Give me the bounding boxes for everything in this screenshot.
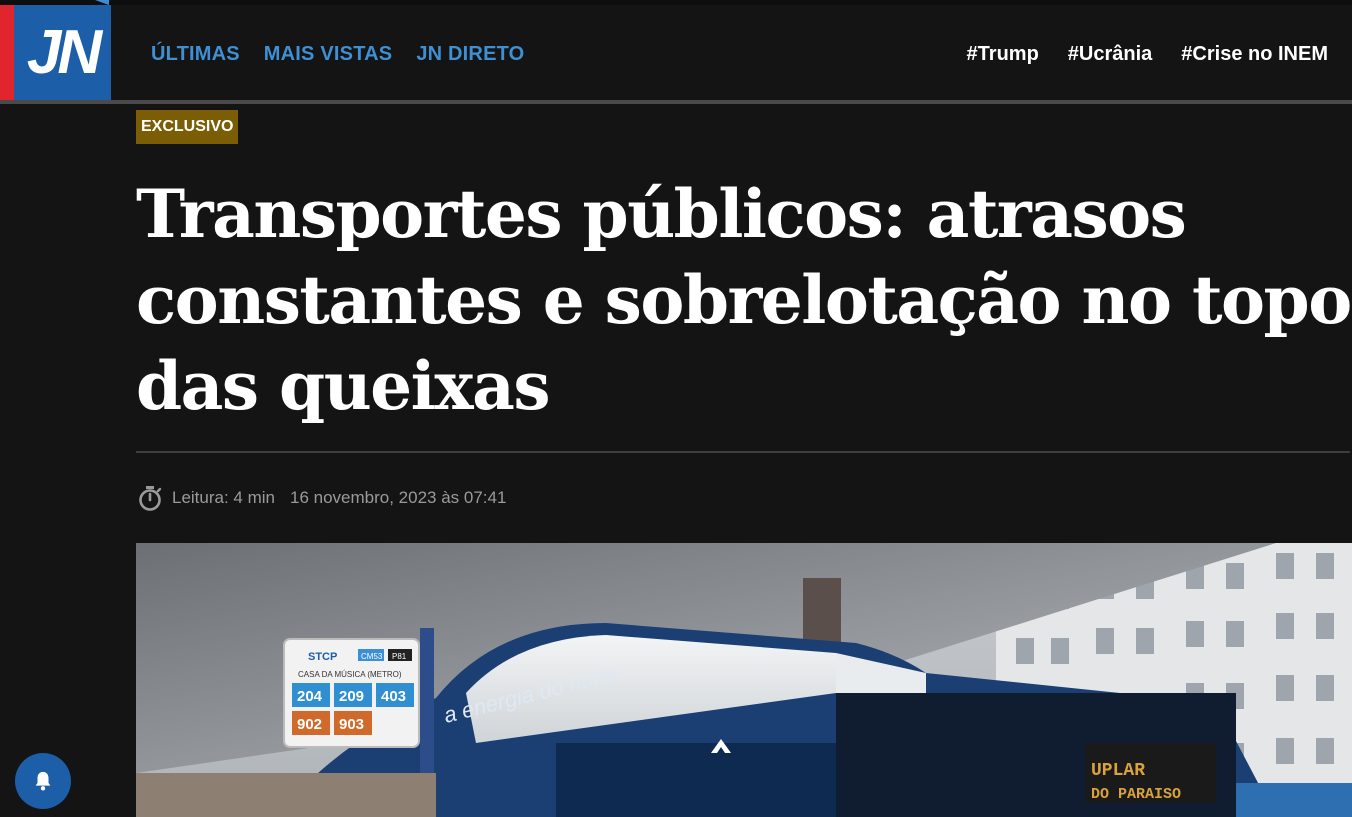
nav-mais-vistas[interactable]: MAIS VISTAS: [264, 43, 393, 66]
tag-ucrania[interactable]: #Ucrânia: [1068, 43, 1153, 66]
bell-icon: [35, 771, 51, 791]
publish-date: 16 novembro, 2023 às 07:41: [290, 488, 507, 507]
meta-divider: [136, 451, 1350, 453]
svg-text:902: 902: [297, 716, 322, 733]
logo-text: JN: [14, 5, 111, 100]
svg-text:STCP: STCP: [308, 651, 337, 663]
tag-crise-inem[interactable]: #Crise no INEM: [1181, 43, 1328, 66]
bus-stop-photo: UPLAR DO PARAISO a energia do norte STCP…: [136, 543, 1352, 817]
read-time: Leitura: 4 min: [172, 488, 275, 507]
header-divider: [0, 100, 1352, 104]
exclusive-badge[interactable]: EXCLUSIVO: [136, 110, 239, 144]
trending-tags: #Trump #Ucrânia #Crise no INEM: [967, 43, 1328, 66]
article-title: Transportes públicos: atrasos constantes…: [136, 175, 1352, 425]
svg-text:903: 903: [339, 716, 364, 733]
logo-red-bar: [0, 5, 14, 100]
logo-accent: [95, 0, 109, 5]
article-photo[interactable]: UPLAR DO PARAISO a energia do norte STCP…: [136, 543, 1352, 817]
notification-button[interactable]: [15, 753, 71, 809]
jn-logo[interactable]: JN: [0, 5, 111, 100]
svg-text:204: 204: [297, 688, 323, 705]
main-nav: ÚLTIMAS MAIS VISTAS JN DIRETO: [151, 43, 524, 66]
svg-text:209: 209: [339, 688, 364, 705]
svg-text:403: 403: [381, 688, 406, 705]
svg-text:CASA DA MÚSICA (METRO): CASA DA MÚSICA (METRO): [298, 670, 402, 679]
stopwatch-icon: [139, 486, 162, 511]
svg-text:CM53: CM53: [361, 652, 383, 661]
nav-ultimas[interactable]: ÚLTIMAS: [151, 43, 240, 66]
tag-trump[interactable]: #Trump: [967, 43, 1039, 66]
nav-jn-direto[interactable]: JN DIRETO: [416, 43, 524, 66]
svg-text:P81: P81: [392, 652, 407, 661]
svg-text:DO PARAISO: DO PARAISO: [1091, 786, 1181, 803]
article-meta: Leitura: 4 min 16 novembro, 2023 às 07:4…: [136, 484, 506, 512]
svg-text:UPLAR: UPLAR: [1091, 761, 1145, 781]
